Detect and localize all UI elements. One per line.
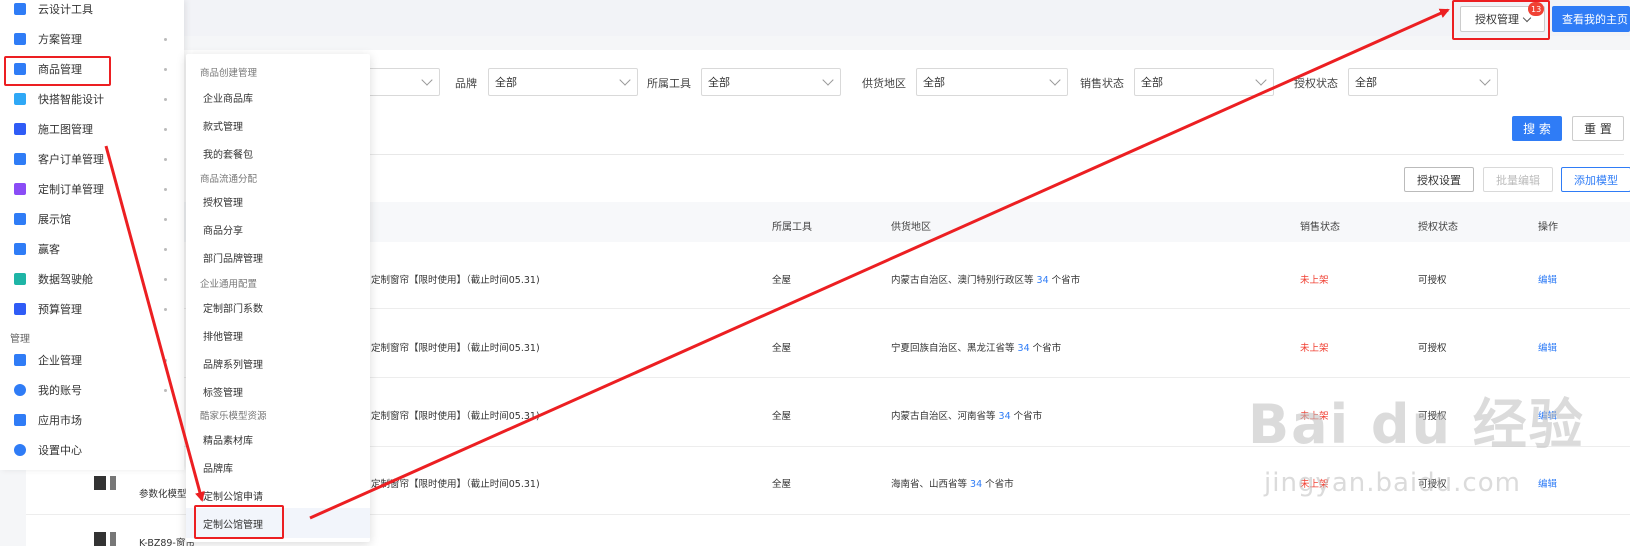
arrow-to-auth-manage <box>309 8 1450 520</box>
arrow-to-submenu <box>104 145 205 502</box>
annotation-arrows <box>104 8 1450 520</box>
